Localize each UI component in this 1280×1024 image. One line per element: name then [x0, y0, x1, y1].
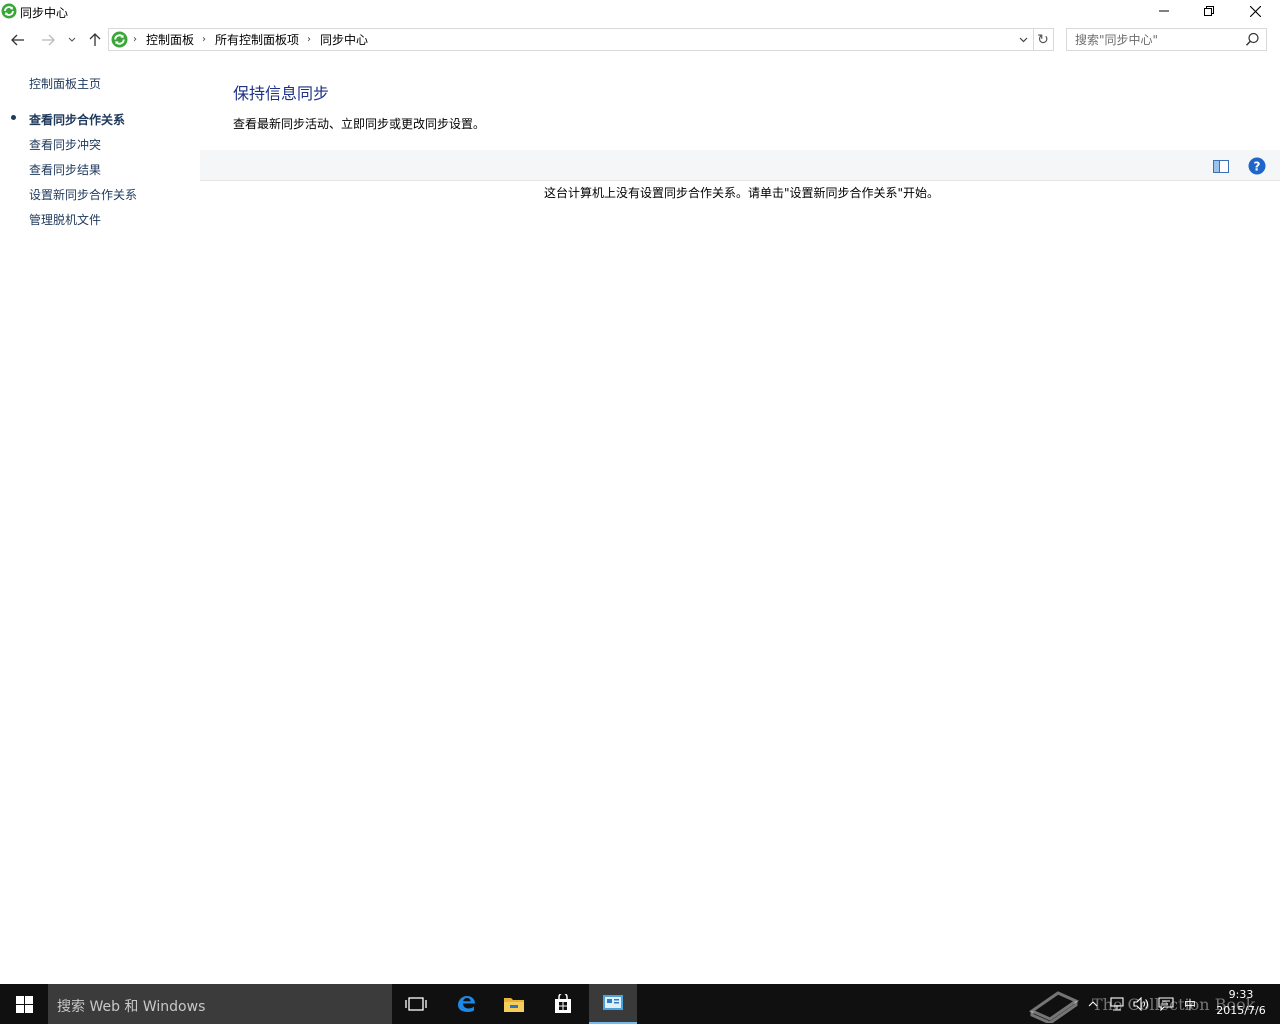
taskbar-file-explorer[interactable]: [490, 984, 538, 1024]
command-bar: ?: [200, 150, 1280, 181]
empty-state-message: 这台计算机上没有设置同步合作关系。请单击"设置新同步合作关系"开始。: [544, 186, 940, 200]
active-item-bullet: [11, 115, 16, 120]
volume-icon: [1133, 997, 1148, 1011]
refresh-icon: ↻: [1037, 31, 1049, 48]
search-icon[interactable]: [1245, 32, 1260, 47]
input-method-button[interactable]: 中: [1180, 984, 1200, 1024]
sidebar-item-view-results[interactable]: 查看同步结果: [29, 161, 101, 178]
chevron-right-icon[interactable]: ›: [133, 34, 137, 45]
taskbar-edge[interactable]: [442, 984, 490, 1024]
left-task-pane: 控制面板主页 查看同步合作关系 查看同步冲突 查看同步结果 设置新同步合作关系 …: [0, 56, 200, 984]
preview-pane-button[interactable]: [1211, 156, 1231, 176]
breadcrumb: › 控制面板 › 所有控制面板项 › 同步中心: [133, 29, 368, 50]
close-icon: [1249, 5, 1261, 17]
taskbar-store[interactable]: [539, 984, 587, 1024]
recent-locations-button[interactable]: [62, 30, 82, 50]
address-bar[interactable]: › 控制面板 › 所有控制面板项 › 同步中心: [108, 28, 1034, 51]
up-button[interactable]: [85, 30, 105, 50]
start-button[interactable]: [0, 984, 48, 1024]
minimize-button[interactable]: [1141, 0, 1187, 22]
restore-button[interactable]: [1186, 0, 1232, 22]
book-icon: [1028, 991, 1080, 1023]
help-button[interactable]: ?: [1247, 156, 1267, 176]
taskbar-search-text: 搜索 Web 和 Windows: [57, 999, 206, 1015]
task-view-icon: [405, 997, 427, 1011]
chevron-up-icon: [1088, 1001, 1098, 1007]
chevron-right-icon[interactable]: ›: [202, 34, 206, 45]
clock[interactable]: 9:33 2015/7/6: [1206, 987, 1276, 1019]
ime-indicator: 中: [1183, 997, 1196, 1012]
minimize-icon: [1159, 10, 1169, 12]
taskbar: 搜索 Web 和 Windows The Collection Book 中 9…: [0, 984, 1280, 1024]
main-content: 保持信息同步 查看最新同步活动、立即同步或更改同步设置。 ? 这台计算机上没有设…: [200, 56, 1280, 984]
preview-pane-icon: [1213, 159, 1229, 173]
window-title: 同步中心: [20, 6, 69, 20]
close-button[interactable]: [1232, 0, 1278, 22]
edge-browser-icon: [458, 996, 475, 1012]
sidebar-item-view-conflicts[interactable]: 查看同步冲突: [29, 136, 101, 153]
title-bar: 同步中心: [0, 0, 1280, 24]
sync-center-icon: [111, 31, 128, 48]
control-panel-home-link[interactable]: 控制面板主页: [29, 75, 101, 92]
action-center-button[interactable]: [1155, 984, 1177, 1024]
task-view-button[interactable]: [392, 984, 440, 1024]
chevron-down-icon: [68, 37, 76, 42]
windows-logo-icon: [15, 995, 33, 1013]
clock-date: 2015/7/6: [1216, 1004, 1266, 1017]
page-description: 查看最新同步活动、立即同步或更改同步设置。: [233, 117, 486, 131]
volume-button[interactable]: [1130, 984, 1152, 1024]
breadcrumb-all-items[interactable]: 所有控制面板项: [215, 31, 299, 48]
arrow-right-icon: [42, 34, 55, 46]
refresh-button[interactable]: ↻: [1033, 28, 1054, 51]
chevron-right-icon[interactable]: ›: [307, 34, 311, 45]
store-icon: [555, 994, 571, 1013]
address-dropdown-button[interactable]: [1015, 31, 1031, 48]
show-hidden-icons-button[interactable]: [1084, 984, 1102, 1024]
network-icon: [1110, 997, 1124, 1011]
breadcrumb-control-panel[interactable]: 控制面板: [146, 31, 194, 48]
clock-time: 9:33: [1228, 988, 1254, 1001]
search-box[interactable]: [1066, 28, 1267, 51]
arrow-up-icon: [89, 33, 101, 46]
sidebar-item-view-partnerships[interactable]: 查看同步合作关系: [29, 111, 125, 128]
sync-center-icon: [1, 3, 17, 19]
restore-icon: [1204, 6, 1214, 16]
back-button[interactable]: [8, 30, 28, 50]
notification-icon: [1158, 997, 1174, 1011]
control-panel-icon: [603, 995, 623, 1010]
help-icon: ?: [1248, 157, 1266, 175]
network-button[interactable]: [1106, 984, 1128, 1024]
svg-text:?: ?: [1254, 160, 1261, 174]
sidebar-item-manage-offline-files[interactable]: 管理脱机文件: [29, 211, 101, 228]
forward-button[interactable]: [38, 30, 58, 50]
sidebar-item-setup-partnership[interactable]: 设置新同步合作关系: [29, 186, 137, 203]
navigation-bar: › 控制面板 › 所有控制面板项 › 同步中心 ↻: [0, 24, 1280, 56]
arrow-left-icon: [11, 34, 24, 46]
chevron-down-icon: [1019, 37, 1027, 42]
page-title: 保持信息同步: [233, 84, 330, 103]
folder-icon: [504, 998, 524, 1012]
breadcrumb-sync-center[interactable]: 同步中心: [320, 31, 368, 48]
search-input[interactable]: [1075, 31, 1240, 48]
taskbar-search-box[interactable]: 搜索 Web 和 Windows: [48, 984, 392, 1024]
taskbar-control-panel[interactable]: [589, 984, 637, 1024]
